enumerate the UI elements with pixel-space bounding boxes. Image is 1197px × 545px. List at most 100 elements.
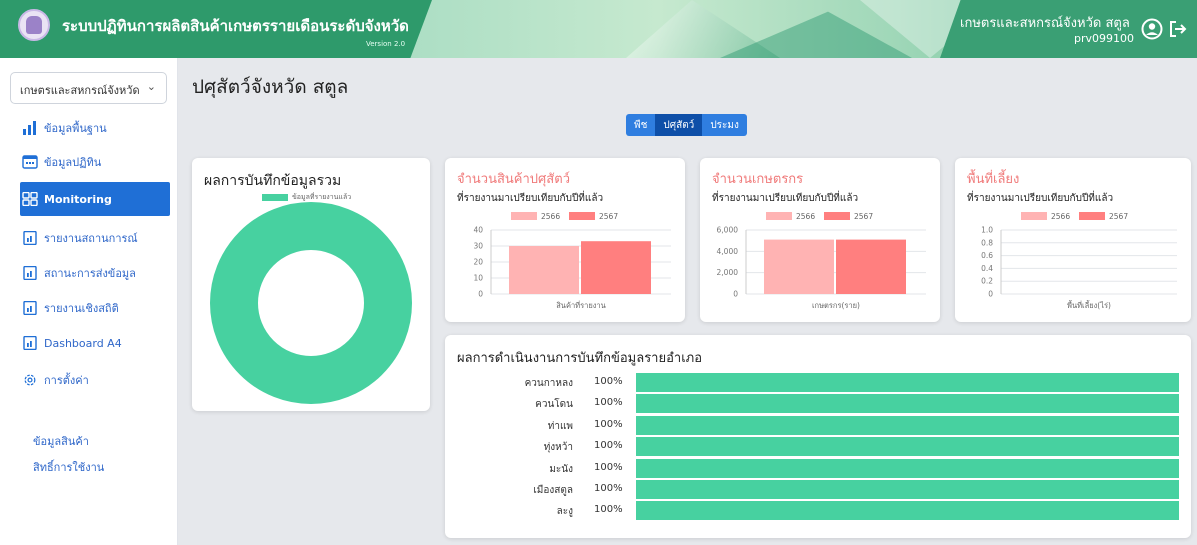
sidebar-item-dashboard-a4[interactable]: Dashboard A4 xyxy=(22,328,122,358)
district-row: ควนโดน 100% xyxy=(445,394,1185,414)
district-name: ทุ่งหว้า xyxy=(543,442,573,454)
livestock-count-chart: 2566 2567 0 10 20 30 40 สินค้าที่รายงาน xyxy=(473,212,671,310)
district-row: ละงู 100% xyxy=(445,501,1185,521)
donut-slice-0[interactable] xyxy=(210,202,412,404)
report-icon xyxy=(23,231,37,245)
ministry-logo-icon xyxy=(18,9,50,41)
bar-2566[interactable] xyxy=(764,239,834,294)
legend-label: 2567 xyxy=(599,212,618,221)
district-bar-track xyxy=(636,394,1179,414)
district-bar[interactable] xyxy=(636,373,1179,392)
sidebar-item-label: ข้อมูลปฏิทิน xyxy=(44,156,102,169)
app-title[interactable]: ระบบปฏิทินการผลิตสินค้าเกษตรรายเดือนระดั… xyxy=(62,14,409,38)
x-axis-label: สินค้าที่รายงาน xyxy=(556,300,606,310)
livestock-count-subtitle: ที่รายงานมาเปรียบเทียบกับปีที่แล้ว xyxy=(457,193,604,204)
district-bar-track xyxy=(636,501,1179,521)
sidebar-subitem-permissions[interactable]: สิทธิ์การใช้งาน xyxy=(33,458,104,476)
y-tick-label: 0 xyxy=(988,290,993,299)
y-tick-label: 0.2 xyxy=(981,277,993,286)
sidebar-item-monitoring[interactable]: Monitoring xyxy=(22,184,112,214)
sidebar-item-submission-status[interactable]: สถานะการส่งข้อมูล xyxy=(22,258,136,288)
district-bar[interactable] xyxy=(636,394,1179,414)
x-axis-label: เกษตรกร(ราย) xyxy=(812,301,860,310)
district-bar[interactable] xyxy=(636,480,1179,499)
district-bar-track xyxy=(636,458,1179,478)
legend-label: 2566 xyxy=(541,212,560,221)
organization-select-value: เกษตรและสหกรณ์จังหวัด xyxy=(20,84,140,97)
livestock-count-title: จำนวนสินค้าปศุสัตว์ xyxy=(457,172,570,187)
sidebar-subitem-product-data[interactable]: ข้อมูลสินค้า xyxy=(33,432,89,450)
district-performance-title: ผลการดำเนินงานการบันทึกข้อมูลรายอำเภอ xyxy=(457,351,703,366)
x-axis-label: พื้นที่เลี้ยง(ไร่) xyxy=(1067,300,1111,310)
user-name: เกษตรและสหกรณ์จังหวัด สตูล xyxy=(960,16,1130,31)
district-bar[interactable] xyxy=(636,437,1179,457)
district-percent: 100% xyxy=(594,461,623,473)
district-bar[interactable] xyxy=(636,501,1179,521)
y-tick-label: 0 xyxy=(733,290,738,299)
district-name: มะนัง xyxy=(549,463,573,475)
district-performance-card: ผลการดำเนินงานการบันทึกข้อมูลรายอำเภอ คว… xyxy=(445,335,1191,538)
district-bar-track xyxy=(636,480,1179,499)
legend-label: 2566 xyxy=(796,212,815,221)
tab-fishery[interactable]: ประมง xyxy=(702,114,747,136)
y-tick-label: 1.0 xyxy=(981,226,993,235)
app-version: Version 2.0 xyxy=(366,40,406,48)
legend-swatch xyxy=(1021,212,1047,220)
sidebar-item-basic-data[interactable]: ข้อมูลพื้นฐาน xyxy=(22,113,107,143)
district-percent: 100% xyxy=(594,504,623,516)
legend-swatch xyxy=(824,212,850,220)
district-percent: 100% xyxy=(594,376,623,387)
raising-area-subtitle: ที่รายงานมาเปรียบเทียบกับปีที่แล้ว xyxy=(967,193,1114,204)
legend-label: 2567 xyxy=(854,212,873,221)
sidebar-item-settings[interactable]: การตั้งค่า xyxy=(22,365,89,395)
organization-select[interactable]: เกษตรและสหกรณ์จังหวัด ⌄ xyxy=(10,72,167,104)
livestock-count-card: จำนวนสินค้าปศุสัตว์ ที่รายงานมาเปรียบเที… xyxy=(445,158,685,322)
sidebar-item-calendar[interactable]: ข้อมูลปฏิทิน xyxy=(22,147,101,177)
category-tabs: พืช ปศุสัตว์ ประมง xyxy=(626,114,747,136)
logout-icon[interactable] xyxy=(1168,19,1188,39)
district-name: ควนกาหลง xyxy=(524,378,573,389)
district-percent: 100% xyxy=(594,440,623,452)
report-icon xyxy=(23,336,37,350)
bar-2566[interactable] xyxy=(509,246,579,294)
tab-livestock[interactable]: ปศุสัตว์ xyxy=(655,114,703,136)
farmer-count-chart: 2566 2567 0 2,000 4,000 6,000 เกษตรกร(ราย) xyxy=(717,212,926,310)
sidebar-item-label: Dashboard A4 xyxy=(44,336,122,350)
y-tick-label: 4,000 xyxy=(717,247,739,256)
y-tick-label: 6,000 xyxy=(717,226,739,235)
bar-2567[interactable] xyxy=(581,241,651,294)
district-row: ท่าแพ 100% xyxy=(445,415,1185,435)
y-tick-label: 20 xyxy=(473,258,483,267)
district-row: เมืองสตูล 100% xyxy=(445,480,1185,499)
farmer-count-title: จำนวนเกษตรกร xyxy=(712,172,804,187)
district-row: ควนกาหลง 100% xyxy=(445,373,1185,392)
district-name: ละงู xyxy=(556,506,573,518)
district-row: มะนัง 100% xyxy=(445,458,1185,478)
sidebar: เกษตรและสหกรณ์จังหวัด ⌄ ข้อมูลพื้นฐาน ข้… xyxy=(0,58,178,545)
y-tick-label: 40 xyxy=(473,226,483,235)
district-name: เมืองสตูล xyxy=(533,485,573,496)
bar-2567[interactable] xyxy=(836,239,906,294)
sidebar-item-label: การตั้งค่า xyxy=(44,374,89,387)
legend-swatch xyxy=(569,212,595,220)
sidebar-item-label: รายงานสถานการณ์ xyxy=(44,232,138,245)
y-tick-label: 30 xyxy=(473,242,483,251)
sidebar-item-statistics-report[interactable]: รายงานเชิงสถิติ xyxy=(22,293,119,323)
donut-chart xyxy=(210,202,412,404)
legend-swatch xyxy=(511,212,537,220)
bar-chart-icon xyxy=(23,121,36,135)
top-header: ระบบปฏิทินการผลิตสินค้าเกษตรรายเดือนระดั… xyxy=(0,0,1197,58)
tab-crops[interactable]: พืช xyxy=(626,114,655,136)
legend-label: 2566 xyxy=(1051,212,1070,221)
report-icon xyxy=(23,266,37,280)
farmer-count-card: จำนวนเกษตรกร ที่รายงานมาเปรียบเทียบกับปี… xyxy=(700,158,940,322)
raising-area-title: พื้นที่เลี้ยง xyxy=(967,172,1020,187)
user-profile-icon[interactable] xyxy=(1141,18,1163,40)
district-name: ท่าแพ xyxy=(547,420,573,432)
sidebar-item-situation-report[interactable]: รายงานสถานการณ์ xyxy=(22,223,138,253)
district-bar[interactable] xyxy=(636,415,1179,435)
gear-icon xyxy=(24,374,36,386)
district-bar[interactable] xyxy=(636,458,1179,478)
raising-area-chart: 2566 2567 0 0.2 0.4 0.6 0.8 1.0 พื้นที่เลี้ยง(ไร… xyxy=(981,212,1177,310)
district-row: ทุ่งหว้า 100% xyxy=(445,437,1185,457)
